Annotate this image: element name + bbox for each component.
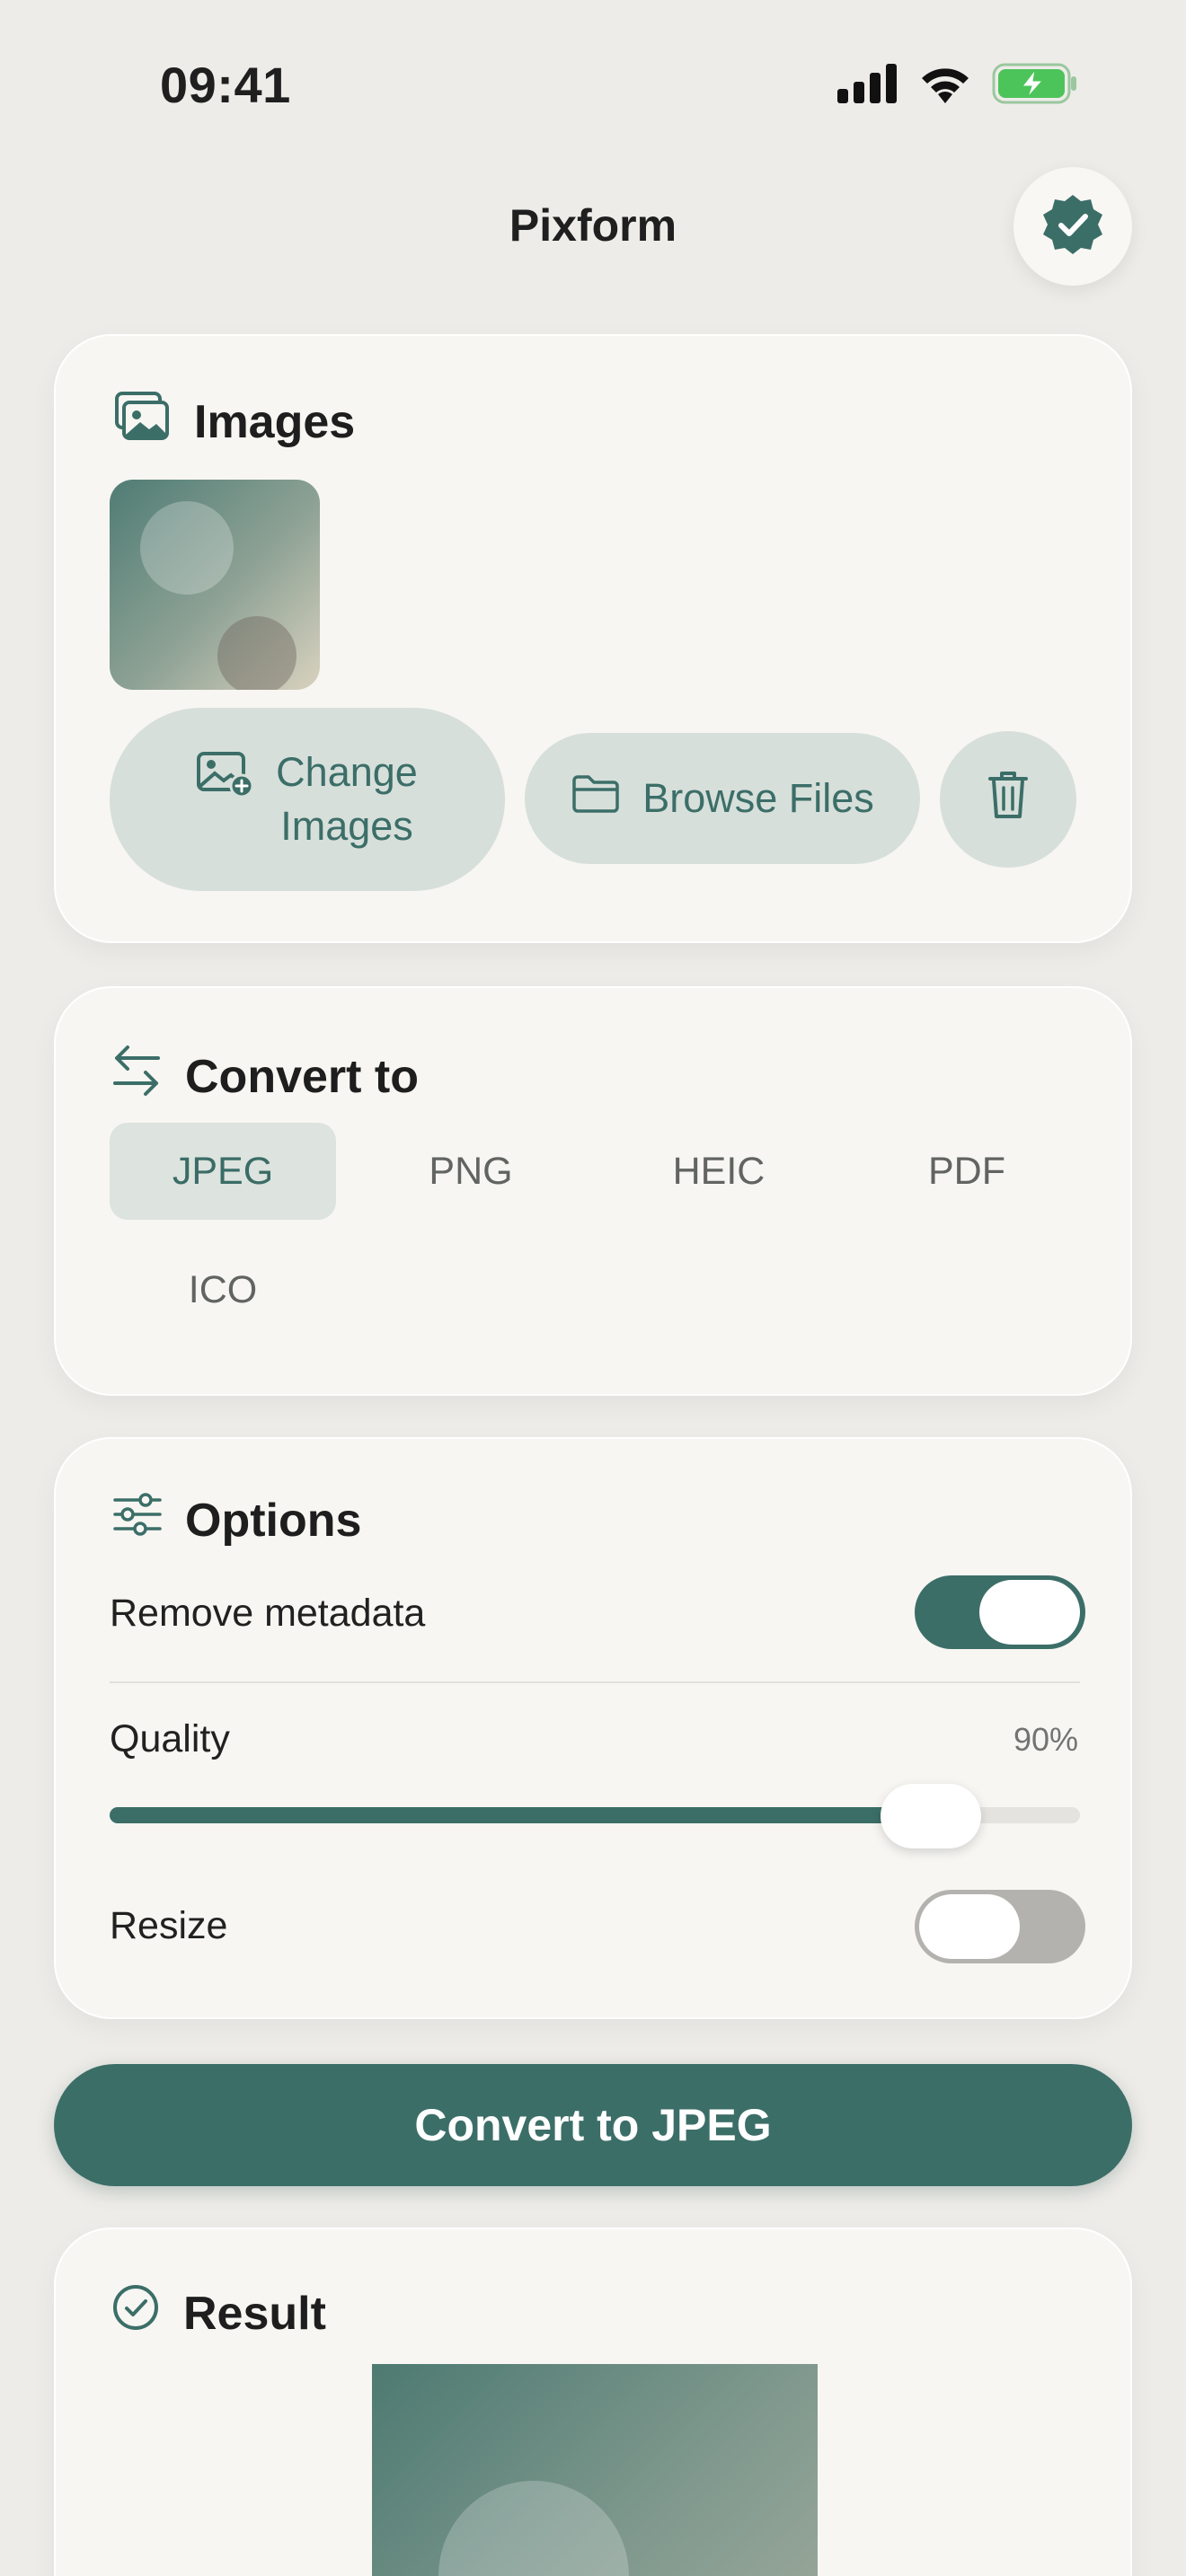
remove-metadata-toggle[interactable] [915, 1575, 1085, 1649]
image-thumbnail[interactable] [110, 480, 320, 690]
battery-charging-icon [992, 63, 1078, 109]
options-card-header: Options [113, 1493, 361, 1548]
quality-slider-thumb[interactable] [881, 1784, 981, 1848]
change-images-label: Change Images [276, 745, 418, 853]
images-icon [113, 390, 171, 454]
format-option-pdf[interactable]: PDF [854, 1123, 1080, 1220]
images-card: Images Change Images Browse Files [54, 334, 1132, 943]
result-image-preview[interactable] [372, 2364, 818, 2576]
wifi-icon [918, 64, 972, 108]
options-card: Options Remove metadata Quality 90% Resi… [54, 1437, 1132, 2019]
verified-badge-icon [1040, 192, 1105, 261]
remove-metadata-label: Remove metadata [110, 1592, 426, 1635]
sliders-icon [113, 1493, 162, 1548]
change-images-button[interactable]: Change Images [110, 708, 505, 891]
trash-icon [987, 770, 1030, 830]
thumbnail-shape [217, 616, 296, 690]
cellular-signal-icon [837, 64, 898, 108]
arrows-swap-icon [111, 1044, 162, 1109]
thumbnail-shape [140, 501, 234, 595]
toggle-knob [979, 1580, 1080, 1645]
change-images-label-line1: Change [276, 749, 418, 795]
verified-button[interactable] [1013, 167, 1132, 286]
status-bar: 09:41 [0, 0, 1186, 171]
format-option-heic[interactable]: HEIC [606, 1123, 832, 1220]
images-card-title: Images [194, 395, 356, 448]
convert-card: Convert to JPEG PNG HEIC PDF ICO [54, 986, 1132, 1396]
browse-files-button[interactable]: Browse Files [525, 733, 920, 864]
result-card-title: Result [183, 2287, 326, 2340]
change-images-label-line2: Images [280, 803, 413, 849]
convert-card-header: Convert to [111, 1044, 419, 1109]
options-card-title: Options [185, 1494, 362, 1547]
options-divider [110, 1681, 1080, 1683]
add-image-icon [197, 750, 254, 807]
status-time: 09:41 [160, 57, 291, 113]
quality-label: Quality [110, 1717, 230, 1760]
format-option-png[interactable]: PNG [358, 1123, 584, 1220]
format-option-jpeg[interactable]: JPEG [110, 1123, 336, 1220]
result-preview-shape [438, 2481, 629, 2576]
result-card: Result [54, 2228, 1132, 2576]
images-card-header: Images [113, 390, 355, 454]
app-title: Pixform [509, 200, 677, 251]
convert-card-title: Convert to [185, 1050, 419, 1103]
quality-slider-fill [110, 1807, 918, 1823]
quality-value: 90% [1013, 1721, 1078, 1758]
convert-button[interactable]: Convert to JPEG [54, 2064, 1132, 2186]
result-card-header: Result [111, 2283, 326, 2343]
browse-files-label: Browse Files [642, 775, 874, 821]
check-circle-icon [111, 2283, 160, 2343]
resize-label: Resize [110, 1904, 228, 1947]
status-icons [837, 63, 1078, 109]
format-option-ico[interactable]: ICO [110, 1241, 336, 1338]
resize-toggle[interactable] [915, 1890, 1085, 1963]
toggle-knob [919, 1894, 1020, 1959]
folder-icon [571, 773, 621, 825]
delete-images-button[interactable] [940, 731, 1076, 868]
